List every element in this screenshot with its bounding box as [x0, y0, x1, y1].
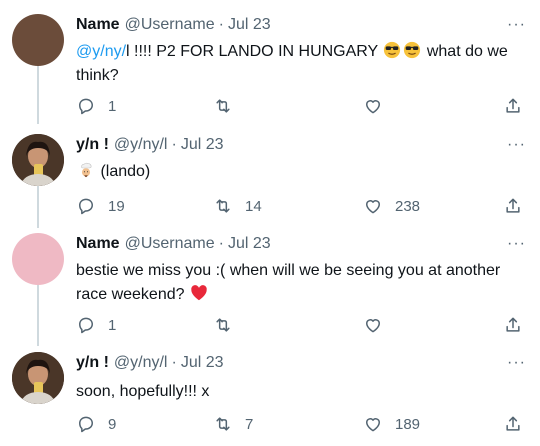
reply-count: 19 — [108, 197, 125, 215]
red-heart-emoji — [191, 285, 207, 301]
username[interactable]: @y/ny/l — [114, 136, 168, 154]
heart-icon — [366, 200, 380, 214]
tweet-date[interactable]: Jul 23 — [228, 235, 271, 253]
retweet-icon — [216, 199, 230, 213]
username[interactable]: @Username — [125, 16, 215, 34]
tweet-header: y/n ! @y/ny/l · Jul 23 — [76, 134, 224, 156]
like-count: 238 — [395, 197, 421, 215]
username[interactable]: @y/ny/l — [114, 354, 168, 372]
separator-dot: · — [218, 235, 224, 252]
reply-button[interactable]: 9 — [76, 412, 116, 436]
tweet-text-body: soon, hopefully!!! x — [76, 383, 210, 400]
tweet-actions: 1 — [76, 313, 528, 337]
tweet-text: soon, hopefully!!! x — [76, 380, 526, 404]
display-name[interactable]: Name — [76, 235, 120, 253]
reply-icon — [79, 416, 93, 433]
share-icon — [506, 317, 520, 332]
reply-count: 1 — [108, 316, 117, 334]
tweet-date[interactable]: Jul 23 — [228, 16, 271, 34]
like-count: 189 — [395, 415, 421, 433]
reply-count: 9 — [108, 415, 117, 433]
avatar[interactable] — [12, 352, 64, 404]
heart-icon — [366, 319, 380, 333]
username[interactable]: @Username — [125, 235, 215, 253]
tweet[interactable]: y/n ! @y/ny/l · Jul 23 ··· (lando) 19 14… — [0, 134, 540, 224]
separator-dot: · — [171, 354, 177, 371]
avatar[interactable] — [12, 134, 64, 186]
display-name[interactable]: y/n ! — [76, 136, 109, 154]
tweet-header: Name @Username · Jul 23 — [76, 14, 271, 36]
tweet[interactable]: y/n ! @y/ny/l · Jul 23 ··· soon, hopeful… — [0, 352, 540, 442]
mention-link[interactable]: @y/ny/ — [76, 43, 126, 60]
more-options-icon[interactable]: ··· — [507, 14, 526, 36]
retweet-button[interactable] — [213, 313, 245, 337]
retweet-button[interactable]: 7 — [213, 412, 253, 436]
tweet-text-body: l !!!! P2 FOR LANDO IN HUNGARY — [126, 43, 378, 60]
chef-emoji — [81, 162, 92, 178]
more-options-icon[interactable]: ··· — [507, 134, 526, 156]
retweet-icon — [216, 417, 230, 431]
tweet-text: (lando) — [76, 160, 526, 184]
retweet-count: 14 — [245, 197, 262, 215]
separator-dot: · — [171, 136, 177, 153]
reply-button[interactable]: 1 — [76, 313, 116, 337]
like-button[interactable]: 189 — [363, 412, 420, 436]
tweet-text-body: bestie we miss you :( when will we be se… — [76, 262, 501, 303]
avatar[interactable] — [12, 233, 64, 285]
share-button[interactable] — [503, 313, 523, 337]
separator-dot: · — [218, 16, 224, 33]
tweet[interactable]: Name @Username · Jul 23 ··· bestie we mi… — [0, 233, 540, 345]
like-button[interactable] — [363, 94, 395, 118]
share-button[interactable] — [503, 194, 523, 218]
like-button[interactable]: 238 — [363, 194, 420, 218]
retweet-count: 7 — [245, 415, 254, 433]
like-button[interactable] — [363, 313, 395, 337]
more-options-icon[interactable]: ··· — [507, 233, 526, 255]
tweet-header: y/n ! @y/ny/l · Jul 23 — [76, 352, 224, 374]
tweet[interactable]: Name @Username · Jul 23 ··· @y/ny/l !!!!… — [0, 14, 540, 124]
heart-icon — [366, 100, 380, 114]
reply-button[interactable]: 19 — [76, 194, 125, 218]
tweet-text: bestie we miss you :( when will we be se… — [76, 259, 526, 307]
retweet-icon — [216, 99, 230, 113]
share-icon — [506, 416, 520, 431]
tweet-date[interactable]: Jul 23 — [181, 354, 224, 372]
tweet-text-body: (lando) — [100, 163, 151, 180]
heart-icon — [366, 418, 380, 432]
reply-button[interactable]: 1 — [76, 94, 116, 118]
tweet-date[interactable]: Jul 23 — [181, 136, 224, 154]
retweet-button[interactable]: 14 — [213, 194, 262, 218]
reply-count: 1 — [108, 97, 117, 115]
share-icon — [506, 98, 520, 113]
profile-photo — [12, 134, 64, 186]
share-icon — [506, 198, 520, 213]
display-name[interactable]: y/n ! — [76, 354, 109, 372]
display-name[interactable]: Name — [76, 16, 120, 34]
tweet-actions: 9 7 189 — [76, 412, 528, 436]
reply-icon — [79, 98, 93, 115]
reply-icon — [79, 317, 93, 334]
tweet-actions: 1 — [76, 94, 528, 118]
tweet-text: @y/ny/l !!!! P2 FOR LANDO IN HUNGARY wha… — [76, 40, 526, 88]
profile-photo — [12, 352, 64, 404]
more-options-icon[interactable]: ··· — [507, 352, 526, 374]
share-button[interactable] — [503, 94, 523, 118]
sunglasses-emoji — [404, 41, 421, 59]
sunglasses-emoji — [384, 41, 401, 59]
tweet-actions: 19 14 238 — [76, 194, 528, 218]
share-button[interactable] — [503, 412, 523, 436]
retweet-button[interactable] — [213, 94, 245, 118]
tweet-header: Name @Username · Jul 23 — [76, 233, 271, 255]
retweet-icon — [216, 318, 230, 332]
reply-icon — [79, 198, 93, 215]
avatar[interactable] — [12, 14, 64, 66]
